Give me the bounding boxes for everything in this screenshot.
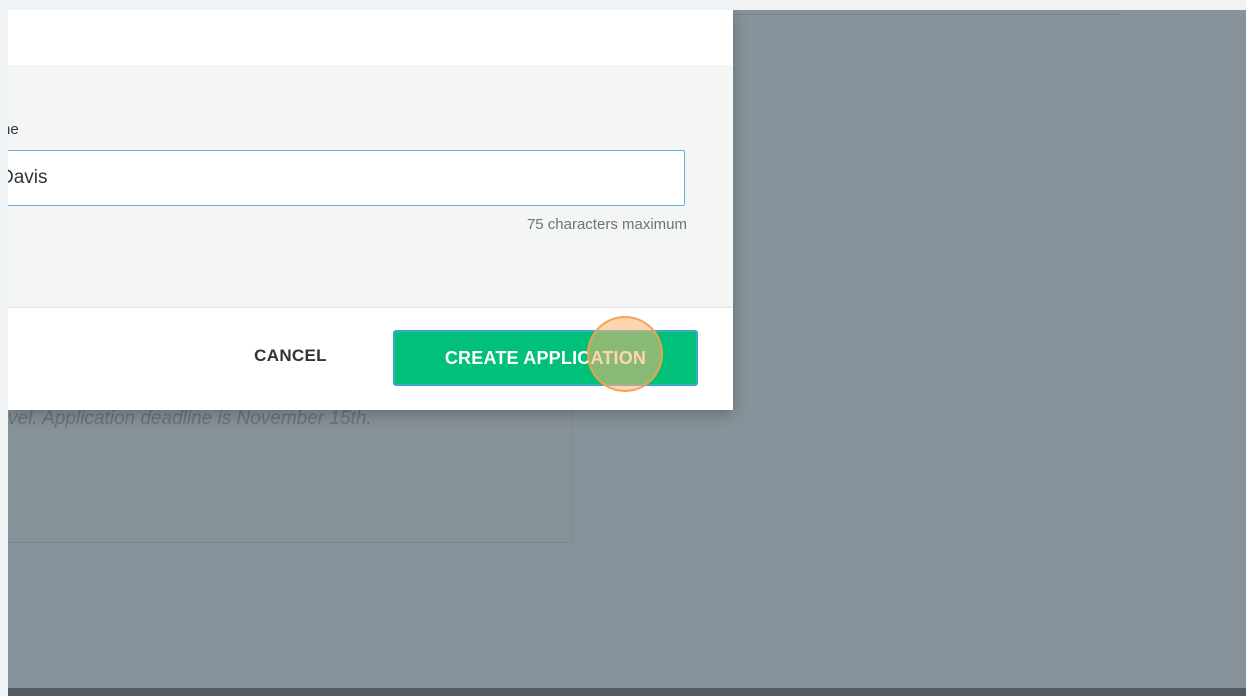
create-application-button[interactable]: CREATE APPLICATION: [393, 330, 698, 386]
dialog-header: [8, 10, 733, 66]
bottom-bar: [8, 688, 1246, 696]
character-limit-hint: 75 characters maximum: [526, 216, 687, 233]
application-name-input[interactable]: [8, 150, 685, 206]
dialog-footer: CANCEL CREATE APPLICATION: [8, 308, 733, 410]
dialog-body: ne 75 characters maximum: [8, 65, 733, 308]
background-card-description: vel. Application deadline is November 15…: [8, 408, 372, 429]
name-field-label: ne: [8, 121, 19, 138]
create-application-dialog: ne 75 characters maximum CANCEL CREATE A…: [8, 10, 733, 410]
cancel-button[interactable]: CANCEL: [223, 333, 358, 379]
app-viewport: vel. Application deadline is November 15…: [8, 10, 1246, 696]
background-divider: [728, 14, 1120, 15]
